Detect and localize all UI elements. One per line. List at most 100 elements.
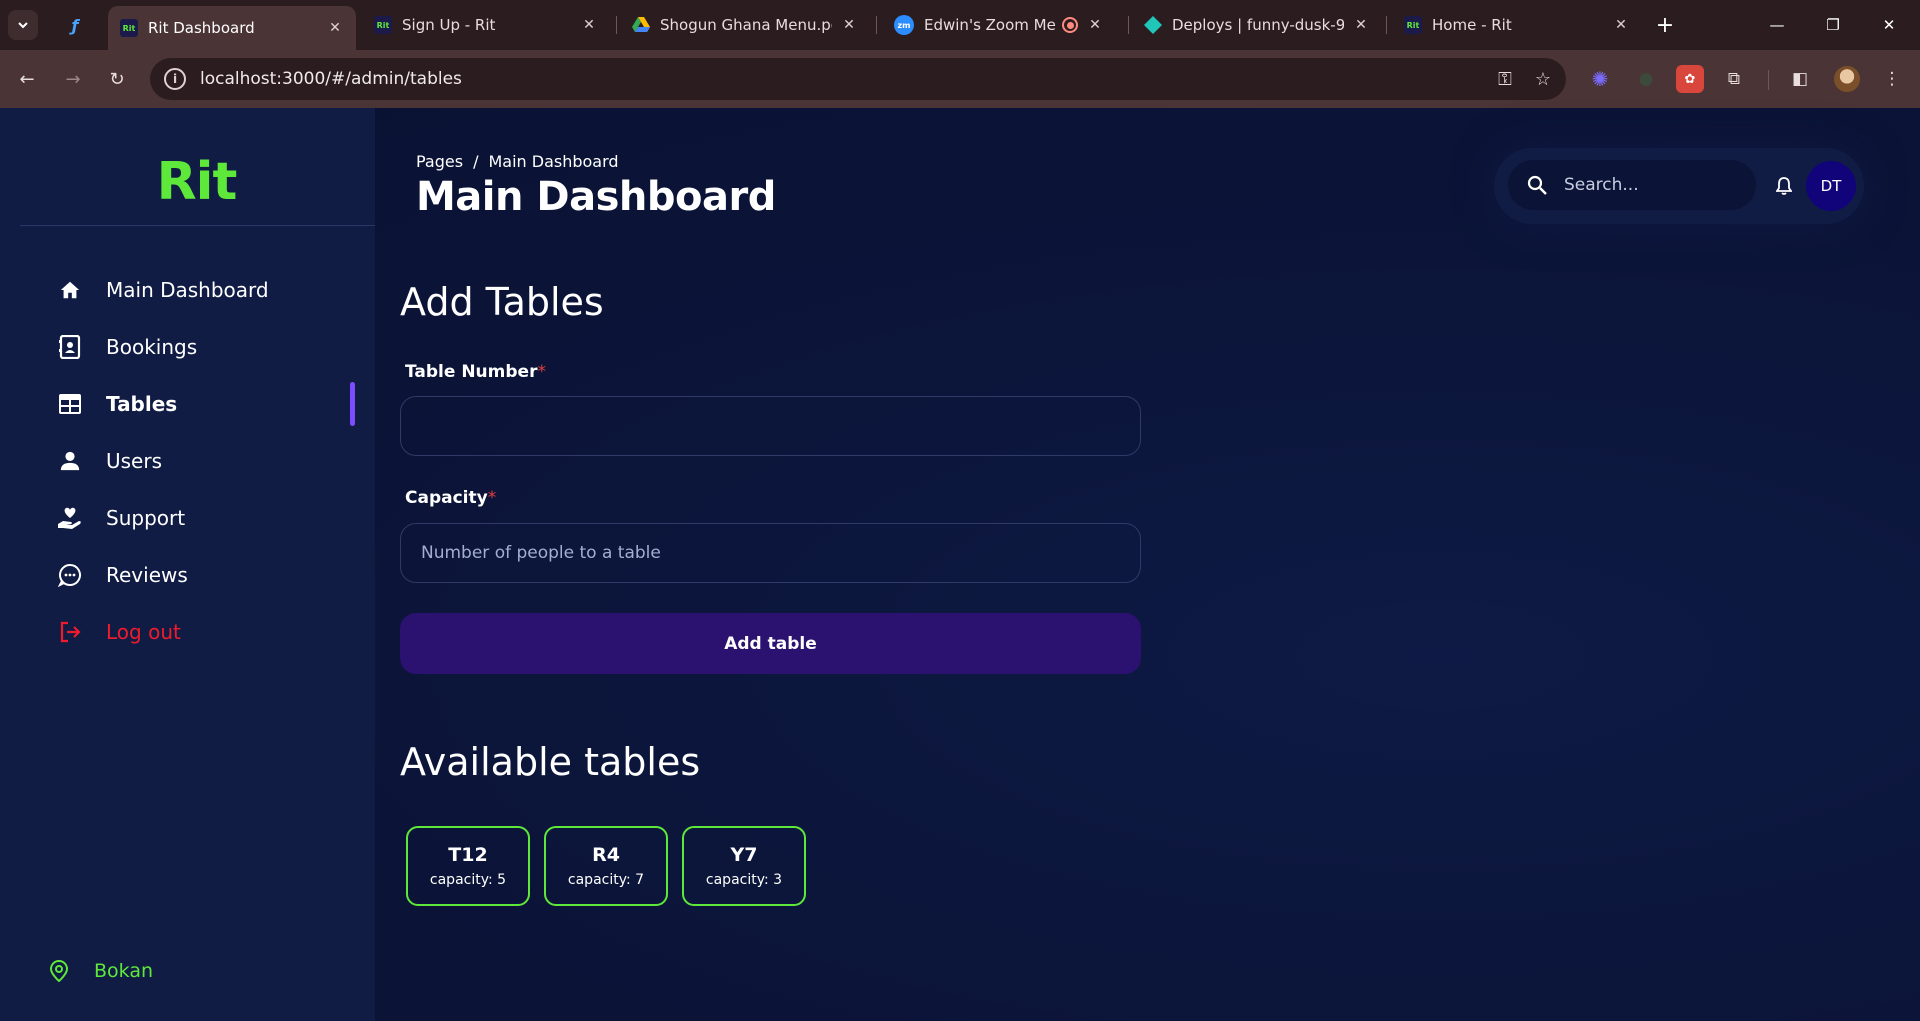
breadcrumb-current[interactable]: Main Dashboard <box>488 152 618 171</box>
table-capacity: capacity: 7 <box>567 872 645 888</box>
active-indicator <box>350 382 355 426</box>
location-indicator: Bokan <box>48 960 153 982</box>
profile-avatar[interactable] <box>1834 66 1860 92</box>
pinned-tab[interactable]: ƒ <box>60 10 90 40</box>
sidebar-item-label: Reviews <box>106 563 188 587</box>
url-text[interactable]: localhost:3000/#/admin/tables <box>200 69 1490 89</box>
sidebar-item-label: Tables <box>106 392 178 416</box>
person-icon <box>56 447 84 475</box>
tab-deploys[interactable]: Deploys | funny-dusk-9cd ✕ <box>1132 8 1382 42</box>
required-mark: * <box>537 362 546 382</box>
available-tables-list: T12 capacity: 5 R4 capacity: 7 Y7 capaci… <box>406 826 806 906</box>
breadcrumb-root[interactable]: Pages <box>416 152 463 171</box>
required-mark: * <box>487 488 497 508</box>
close-icon[interactable]: ✕ <box>1352 16 1370 34</box>
back-button[interactable]: ← <box>12 64 42 94</box>
close-icon[interactable]: ✕ <box>326 19 344 37</box>
tab-separator <box>876 16 877 34</box>
capacity-label-text: Capacity <box>405 488 488 508</box>
map-pin-icon <box>48 960 70 982</box>
restore-button[interactable]: ❐ <box>1810 0 1856 50</box>
add-table-button[interactable]: Add table <box>400 613 1141 674</box>
tab-rit-dashboard[interactable]: Rit Rit Dashboard ✕ <box>108 6 356 50</box>
add-tables-heading: Add Tables <box>400 280 604 324</box>
table-card[interactable]: R4 capacity: 7 <box>544 826 668 906</box>
side-panel-icon[interactable]: ◧ <box>1786 65 1814 93</box>
zoom-icon: zm <box>894 15 914 35</box>
table-card[interactable]: Y7 capacity: 3 <box>682 826 806 906</box>
breadcrumb: Pages / Main Dashboard <box>416 152 619 171</box>
search-input[interactable] <box>1564 175 1744 195</box>
sidebar-item-users[interactable]: Users <box>56 443 356 479</box>
close-window-button[interactable]: ✕ <box>1866 0 1912 50</box>
netlify-icon <box>1144 16 1162 34</box>
tab-search-button[interactable] <box>8 10 38 40</box>
sidebar-item-main-dashboard[interactable]: Main Dashboard <box>56 272 356 308</box>
sidebar-item-logout[interactable]: Log out <box>56 614 356 650</box>
address-bar[interactable]: i localhost:3000/#/admin/tables ⚿ ☆ <box>150 58 1566 100</box>
tab-zoom-meeting[interactable]: zm Edwin's Zoom Meeting ✕ <box>882 8 1116 42</box>
new-tab-button[interactable]: + <box>1650 10 1680 40</box>
recording-icon <box>1062 17 1078 33</box>
close-icon[interactable]: ✕ <box>840 16 858 34</box>
reload-icon: ↻ <box>109 68 125 90</box>
browser-toolbar: ← → ↻ i localhost:3000/#/admin/tables ⚿ … <box>0 50 1920 108</box>
table-number-label-text: Table Number <box>405 362 538 382</box>
table-card[interactable]: T12 capacity: 5 <box>406 826 530 906</box>
extension-gear-icon[interactable]: ✺ <box>1586 65 1614 93</box>
brand-logo[interactable]: Rit <box>0 152 393 212</box>
contact-book-icon <box>56 333 84 361</box>
capacity-input[interactable] <box>400 523 1141 583</box>
kebab-menu-icon[interactable]: ⋮ <box>1878 65 1906 93</box>
sidebar-item-tables[interactable]: Tables <box>56 386 356 422</box>
app-root: Rit Main Dashboard Bookings Tables Users… <box>0 108 1920 1021</box>
extension-dark-icon[interactable]: ● <box>1632 65 1660 93</box>
search-box[interactable] <box>1508 160 1756 210</box>
reload-button[interactable]: ↻ <box>102 64 132 94</box>
close-icon[interactable]: ✕ <box>1086 16 1104 34</box>
hand-heart-icon <box>56 504 84 532</box>
table-name: T12 <box>448 844 488 866</box>
sidebar-item-bookings[interactable]: Bookings <box>56 329 356 365</box>
restore-icon: ❐ <box>1826 16 1840 34</box>
sidebar-divider <box>20 225 375 226</box>
forward-button[interactable]: → <box>58 64 88 94</box>
tab-title: Edwin's Zoom Meeting <box>924 16 1056 34</box>
table-number-label: Table Number* <box>405 362 546 382</box>
drive-icon <box>632 16 650 34</box>
sidebar-item-support[interactable]: Support <box>56 500 356 536</box>
tab-sign-up[interactable]: Rit Sign Up - Rit ✕ <box>362 8 610 42</box>
tab-title: Rit Dashboard <box>148 19 255 37</box>
close-icon[interactable]: ✕ <box>580 16 598 34</box>
notification-bell-icon[interactable] <box>1772 174 1796 198</box>
key-icon[interactable]: ⚿ <box>1490 64 1520 94</box>
close-icon[interactable]: ✕ <box>1612 16 1630 34</box>
tab-home-rit[interactable]: Rit Home - Rit ✕ <box>1392 8 1642 42</box>
page-title: Main Dashboard <box>416 174 776 220</box>
sidebar-item-label: Support <box>106 506 186 530</box>
tab-shogun-menu[interactable]: Shogun Ghana Menu.pdf ✕ <box>620 8 870 42</box>
star-icon[interactable]: ☆ <box>1528 64 1558 94</box>
available-tables-heading: Available tables <box>400 740 701 784</box>
table-capacity: capacity: 3 <box>705 872 783 888</box>
puzzle-icon[interactable]: ⧉ <box>1720 65 1748 93</box>
table-number-input[interactable] <box>400 396 1141 456</box>
breadcrumb-separator: / <box>473 152 479 171</box>
sidebar-item-label: Users <box>106 449 163 473</box>
site-info-icon[interactable]: i <box>164 68 186 90</box>
sidebar-item-reviews[interactable]: Reviews <box>56 557 356 593</box>
header-actions: DT <box>1494 148 1864 224</box>
tab-title: Deploys | funny-dusk-9cd <box>1172 16 1344 34</box>
extension-red-icon[interactable]: ✿ <box>1676 65 1704 93</box>
tab-title: Sign Up - Rit <box>402 16 496 34</box>
tab-separator <box>1386 16 1387 34</box>
arrow-left-icon: ← <box>19 68 35 90</box>
toolbar-separator <box>1768 70 1769 90</box>
browser-tab-strip: ƒ Rit Rit Dashboard ✕ Rit Sign Up - Rit … <box>0 0 1920 50</box>
rit-favicon-icon: Rit <box>374 16 392 34</box>
sidebar-item-label: Bookings <box>106 335 198 359</box>
table-capacity: capacity: 5 <box>429 872 507 888</box>
avatar[interactable]: DT <box>1806 161 1856 211</box>
location-name: Bokan <box>94 960 154 982</box>
minimize-button[interactable]: — <box>1754 0 1800 50</box>
